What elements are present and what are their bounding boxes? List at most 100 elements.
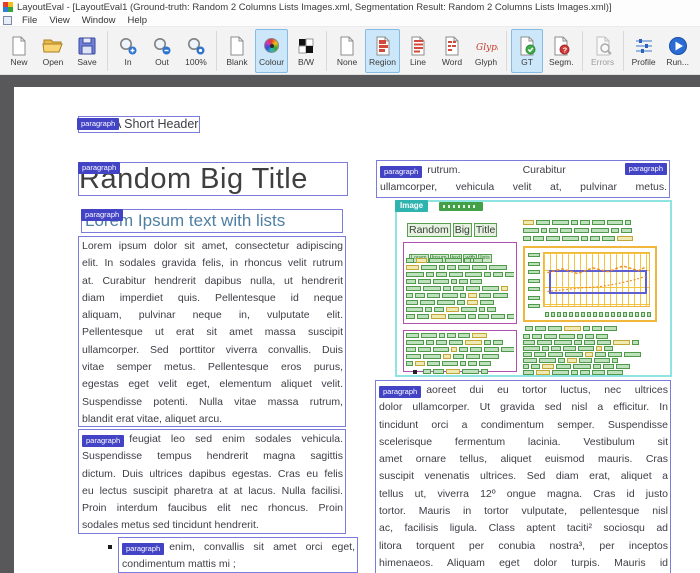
toolbar-button-label: In xyxy=(124,57,131,67)
chart-orange-lines xyxy=(525,248,655,320)
bullet-item-region[interactable]: paragraphenim, convallis sit amet orci e… xyxy=(118,537,358,573)
word-blob-row xyxy=(523,358,663,363)
toolbar-button-label: Errors xyxy=(591,57,614,67)
paragraph-tag[interactable]: paragraph xyxy=(81,209,123,221)
short-header-region[interactable]: paragraph A Short Header xyxy=(78,116,200,133)
text-line: Lorem ipsum dolor sit amet, consectetur … xyxy=(82,238,343,255)
section-heading-region[interactable]: paragraph Lorem Ipsum text with lists xyxy=(81,209,343,233)
toolbar-button-100[interactable]: 100% xyxy=(180,29,212,73)
open-icon xyxy=(41,36,65,56)
big-title-region[interactable]: paragraph Random Big Title xyxy=(78,162,348,196)
gt-icon xyxy=(515,36,539,56)
word-blob-row xyxy=(523,346,663,351)
title-bar: LayoutEval - [LayoutEval1 (Ground-truth:… xyxy=(0,0,700,14)
thumbnail-chart xyxy=(523,246,657,322)
toolbar-button-label: Save xyxy=(77,57,96,67)
toolbar-button-region[interactable]: Region xyxy=(365,29,400,73)
paragraph-tag[interactable]: paragraph xyxy=(122,543,164,555)
toolbar-button-errors[interactable]: Errors xyxy=(587,29,619,73)
toolbar-button-bw[interactable]: B/W xyxy=(290,29,322,73)
word-blob-row xyxy=(406,300,514,305)
menu-view[interactable]: View xyxy=(43,14,75,27)
colour-icon xyxy=(260,36,284,56)
word-blob-row xyxy=(523,220,663,225)
region-type-tag[interactable] xyxy=(439,202,483,211)
svg-text:?: ? xyxy=(563,45,568,54)
paragraph-tag[interactable]: paragraph xyxy=(78,162,120,174)
image-region[interactable]: Image RandomBigTitleLoremIpsumtextwithli… xyxy=(395,200,672,377)
paragraph-tag[interactable]: paragraph xyxy=(379,386,421,398)
word-blob-row xyxy=(525,326,653,331)
toolbar-button-gt[interactable]: GT xyxy=(511,29,543,73)
glyph-icon: Glyph xyxy=(474,36,498,56)
toolbar-button-glyph[interactable]: GlyphGlyph xyxy=(470,29,502,73)
toolbar-button-segm[interactable]: ?Segm. xyxy=(545,29,578,73)
toolbar-button-label: Run... xyxy=(666,57,689,67)
toolbar-button-open[interactable]: Open xyxy=(37,29,69,73)
toolbar-button-line[interactable]: Line xyxy=(402,29,434,73)
toolbar-separator xyxy=(326,31,327,71)
image-tag[interactable]: Image xyxy=(395,200,428,212)
text-line: paragraphaoreet dui eu tortor luctus, ne… xyxy=(379,382,668,399)
word-blob-row xyxy=(406,286,514,291)
left-paragraph-2-region[interactable]: paragraphfeugiat leo sed enim sodales ve… xyxy=(78,429,346,534)
text-line: diam imperdiet quis. Pellentesque id neq… xyxy=(82,290,343,307)
zoom-out-icon xyxy=(150,36,174,56)
word-blob-row xyxy=(406,258,514,263)
paragraph-tag[interactable]: paragraph xyxy=(625,163,667,175)
toolbar-button-none[interactable]: None xyxy=(331,29,363,73)
paragraph-tag[interactable]: paragraph xyxy=(82,435,124,447)
toolbar-button-run[interactable]: Run... xyxy=(662,29,694,73)
text-line: vitae semper metus. Pellentesque eros pu… xyxy=(82,359,343,376)
toolbar-button-save[interactable]: Save xyxy=(71,29,103,73)
toolbar-button-colour[interactable]: Colour xyxy=(255,29,288,73)
menu-file[interactable]: File xyxy=(16,14,43,27)
toolbar: New Open Save In Out 100% Blank Colour B/W NoneRe… xyxy=(0,27,700,75)
toolbar-button-label: Colour xyxy=(259,57,284,67)
word-blob-row xyxy=(523,228,663,233)
left-paragraph-1-region[interactable]: Lorem ipsum dolor sit amet, consectetur … xyxy=(78,236,346,427)
right-paragraph-2-region[interactable]: paragraphaoreet dui eu tortor luctus, ne… xyxy=(375,380,671,573)
toolbar-button-label: Blank xyxy=(226,57,247,67)
document-window-icon xyxy=(3,16,12,25)
zoom-100-icon xyxy=(184,36,208,56)
word-blob-row xyxy=(406,340,514,345)
toolbar-separator xyxy=(582,31,583,71)
toolbar-button-label: Open xyxy=(43,57,64,67)
region-icon xyxy=(371,36,395,56)
word-blob-row xyxy=(406,265,514,270)
paragraph-tag[interactable]: paragraph xyxy=(380,166,422,178)
word-blob-row xyxy=(523,334,663,339)
text-line: ac, facilisis ligula. Class aptent tacit… xyxy=(379,520,668,537)
menu-window[interactable]: Window xyxy=(76,14,122,27)
word-blob-row xyxy=(406,354,514,359)
toolbar-button-new[interactable]: New xyxy=(3,29,35,73)
segm-icon: ? xyxy=(549,36,573,56)
document-page[interactable]: paragraph A Short Header paragraph Rando… xyxy=(14,87,700,573)
text-line: paragraphrutrum. Curabitur tincidunt xyxy=(380,162,667,179)
none-icon xyxy=(335,36,359,56)
toolbar-button-profile[interactable]: Profile xyxy=(628,29,660,73)
text-line: eu lectus suscipit pharetra at at lacus.… xyxy=(82,483,343,500)
text-line: Suspendisse tempus hendrerit magna sagit… xyxy=(82,448,343,465)
paragraph-tag[interactable]: paragraph xyxy=(77,118,119,130)
text-line: egestas eget velit eget, elementum aliqu… xyxy=(82,376,343,393)
toolbar-button-out[interactable]: Out xyxy=(146,29,178,73)
bw-icon xyxy=(294,36,318,56)
text-line: blandit erat vitae, aliquet arcu. xyxy=(82,411,343,428)
word-blob-row xyxy=(406,333,514,338)
text-line: ullamcorper, vehicula velit at, pulvinar… xyxy=(380,179,667,196)
save-icon xyxy=(75,36,99,56)
toolbar-button-word[interactable]: Word xyxy=(436,29,468,73)
text-line: litora torquent per conubia nostra³, per… xyxy=(379,538,668,555)
toolbar-button-blank[interactable]: Blank xyxy=(221,29,253,73)
right-paragraph-1-region[interactable]: paragraph paragraphrutrum. Curabitur tin… xyxy=(376,160,670,198)
text-line: aliquam, pulvinar neque in, vulputate el… xyxy=(82,307,343,324)
toolbar-button-in[interactable]: In xyxy=(112,29,144,73)
toolbar-button-label: New xyxy=(10,57,27,67)
menu-help[interactable]: Help xyxy=(122,14,154,27)
bullet-marker xyxy=(107,544,113,550)
thumbnail-bullet xyxy=(413,370,417,374)
toolbar-button-label: Glyph xyxy=(475,57,497,67)
toolbar-button-label: 100% xyxy=(185,57,207,67)
